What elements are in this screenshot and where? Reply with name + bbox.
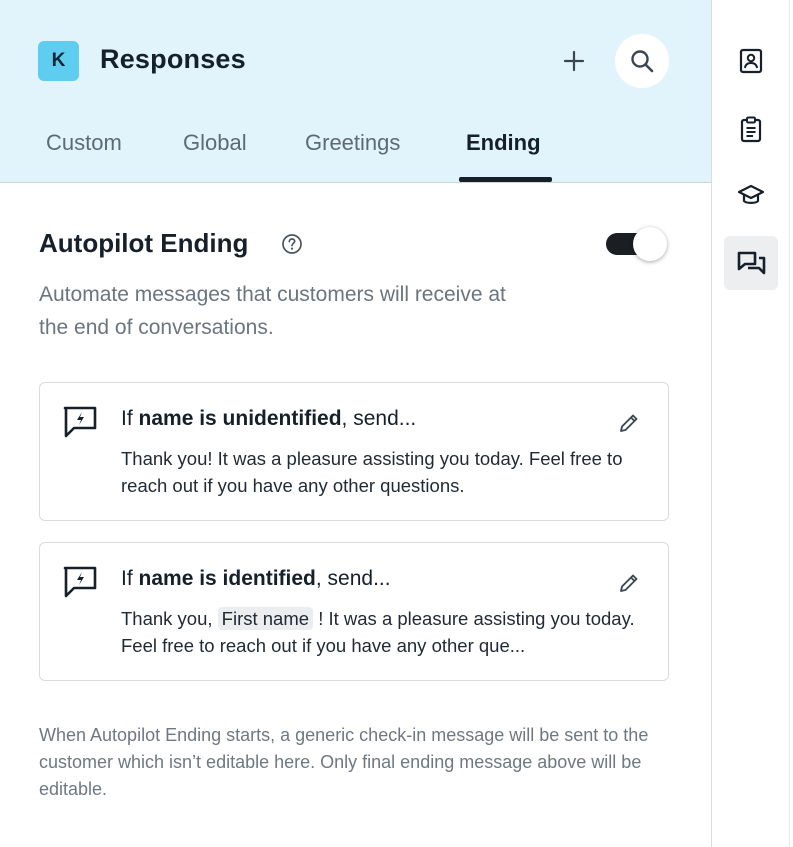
message-text: Thank you, [121, 608, 218, 629]
heading-prefix: If [121, 567, 139, 590]
rail-item-contacts[interactable] [724, 34, 778, 88]
responses-app: K Responses Custom Global Greetings Endi… [0, 0, 793, 847]
graduation-cap-icon [737, 184, 765, 204]
card-heading: If name is identified, send... [121, 567, 391, 591]
heading-suffix: , send... [315, 567, 391, 590]
add-response-button[interactable] [556, 43, 592, 79]
rail-item-learning[interactable] [724, 168, 778, 222]
right-sidebar [711, 0, 789, 847]
message-preview: Thank you! It was a pleasure assisting y… [121, 448, 623, 496]
search-button[interactable] [615, 34, 669, 88]
panel-header: K Responses Custom Global Greetings Endi… [0, 0, 711, 183]
footer-note: When Autopilot Ending starts, a generic … [39, 725, 649, 799]
help-icon[interactable] [281, 233, 303, 255]
ending-message-card-unidentified: If name is unidentified, send... Thank y… [39, 382, 669, 521]
edit-pencil-icon[interactable] [617, 571, 641, 595]
contact-card-icon [739, 48, 763, 74]
ending-message-card-identified: If name is identified, send... Thank you… [39, 542, 669, 681]
rail-item-notes[interactable] [724, 102, 778, 156]
first-name-variable-chip: First name [217, 607, 314, 630]
edit-pencil-icon[interactable] [617, 411, 641, 435]
tab-ending[interactable]: Ending [466, 130, 541, 156]
message-preview: Thank you, First name ! It was a pleasur… [121, 605, 651, 659]
active-tab-indicator [459, 177, 552, 182]
clipboard-icon [740, 116, 762, 143]
section-title: Autopilot Ending [39, 228, 249, 258]
toggle-knob [633, 227, 667, 261]
condition-label: name is identified [138, 567, 316, 590]
message-alert-icon [63, 566, 97, 598]
card-heading: If name is unidentified, send... [121, 407, 416, 431]
message-alert-icon [63, 406, 97, 438]
window-edge [789, 0, 793, 847]
responses-panel: K Responses Custom Global Greetings Endi… [0, 0, 711, 847]
tab-global[interactable]: Global [183, 130, 247, 156]
heading-prefix: If [121, 407, 139, 430]
heading-suffix: , send... [341, 407, 417, 430]
tab-greetings[interactable]: Greetings [305, 130, 400, 156]
workspace-badge: K [38, 41, 79, 81]
autopilot-ending-toggle[interactable] [605, 226, 667, 262]
tab-custom[interactable]: Custom [46, 130, 122, 156]
section-description: Automate messages that customers will re… [39, 283, 506, 339]
page-title: Responses [100, 44, 246, 74]
rail-item-responses[interactable] [724, 236, 778, 290]
condition-label: name is unidentified [138, 407, 342, 430]
plus-icon [563, 50, 585, 72]
chat-bubbles-icon [737, 251, 766, 275]
search-icon [631, 50, 654, 73]
